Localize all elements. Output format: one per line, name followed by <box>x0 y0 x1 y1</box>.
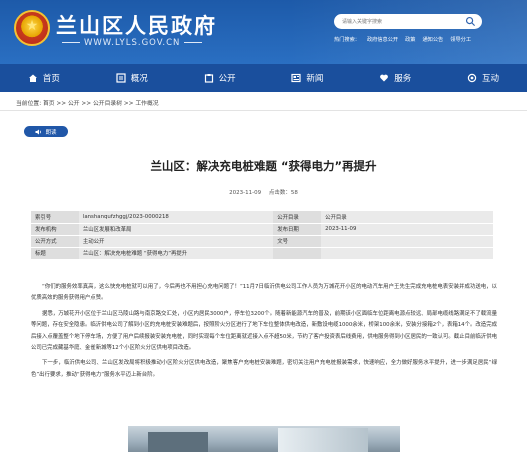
table-value: 兰山区发展和改革局 <box>78 223 274 236</box>
table-key: 索引号 <box>31 211 79 224</box>
nav-label: 互动 <box>482 74 500 84</box>
table-key: 公开方式 <box>31 235 79 248</box>
table-value: 主动公开 <box>78 235 274 248</box>
table-row: 发布机构 兰山区发展和改革局 发布日期 2023-11-09 <box>31 223 493 236</box>
article-paragraph: 下一步，临沂供电公司、兰山区发改局将积极推动小区阶火分区供电改造，聚焦客户充电桩… <box>31 360 497 378</box>
table-key: 公开目录 <box>273 211 322 224</box>
interact-icon <box>467 73 477 83</box>
nav-label: 服务 <box>394 74 412 84</box>
article-views: 点击数：58 <box>268 190 298 196</box>
nav-label: 首页 <box>42 74 60 84</box>
article-body: “你们的服务效率真高，这么快充电桩就可以用了，今后再也不用担心充电问题了！”11… <box>31 282 497 385</box>
read-aloud-button[interactable]: 朗读 <box>24 126 68 137</box>
table-value: 兰山区：解决充电桩难题 “获得电力”再提升 <box>78 247 274 260</box>
table-row: 公开方式 主动公开 文号 <box>31 235 493 248</box>
nav-item-overview[interactable]: 概况 <box>88 64 176 92</box>
article-photo <box>128 426 400 452</box>
open-icon <box>204 74 213 83</box>
article-title: 兰山区：解决充电桩难题 “获得电力”再提升 <box>150 159 377 173</box>
table-key: 发布机构 <box>31 223 79 236</box>
home-icon <box>28 74 37 82</box>
table-key: 标题 <box>31 247 79 260</box>
main-nav: 首页 概况 公开 新闻 服务 互动 <box>0 64 527 92</box>
table-value <box>321 247 493 260</box>
search-box <box>334 14 482 29</box>
hot-link-policy[interactable]: 政策 <box>405 36 415 43</box>
table-key <box>273 247 322 260</box>
info-table: 索引号 lanshanqufzhggj/2023-0000218 公开目录 公开… <box>31 211 493 260</box>
national-emblem-icon <box>14 10 50 46</box>
article-paragraph: “你们的服务效率真高，这么快充电桩就可以用了，今后再也不用担心充电问题了！”11… <box>31 284 497 302</box>
breadcrumb[interactable]: 当前位置: 首页 >> 公开 >> 公开目录树 >> 工作概况 <box>16 98 159 107</box>
overview-icon <box>116 73 126 83</box>
table-row: 标题 兰山区：解决充电桩难题 “获得电力”再提升 <box>31 247 493 260</box>
speaker-icon <box>35 129 42 134</box>
table-value: lanshanqufzhggj/2023-0000218 <box>78 211 274 224</box>
table-value: 2023-11-09 <box>321 223 493 236</box>
nav-label: 概况 <box>130 74 148 84</box>
read-aloud-label: 朗读 <box>45 129 57 136</box>
service-icon <box>380 74 389 82</box>
news-icon <box>291 73 301 83</box>
site-title[interactable]: 兰山区人民政府 <box>56 10 217 40</box>
table-key: 文号 <box>273 235 322 248</box>
table-value <box>321 235 493 248</box>
search-input[interactable] <box>342 17 457 26</box>
article-date: 2023-11-09 <box>229 190 262 196</box>
table-value: 公开目录 <box>321 211 493 224</box>
search-icon[interactable] <box>465 16 476 27</box>
nav-item-service[interactable]: 服务 <box>351 64 439 92</box>
table-key: 发布日期 <box>273 223 322 236</box>
nav-item-interact[interactable]: 互动 <box>439 64 527 92</box>
hot-link-notice[interactable]: 通知公告 <box>422 36 443 43</box>
nav-label: 公开 <box>218 74 236 84</box>
nav-item-news[interactable]: 新闻 <box>263 64 351 92</box>
hot-link-leaders[interactable]: 领导分工 <box>450 36 471 43</box>
article-meta: 2023-11-09 点击数：58 <box>0 188 527 196</box>
divider <box>0 110 527 111</box>
nav-item-home[interactable]: 首页 <box>0 64 88 92</box>
hot-search-label: 热门搜索： <box>334 37 360 43</box>
hot-link-gov-info[interactable]: 政府信息公开 <box>367 36 398 43</box>
site-url: WWW.LYLS.GOV.CN <box>58 38 206 48</box>
nav-label: 新闻 <box>306 74 324 84</box>
hot-search-links: 热门搜索： 政府信息公开 政策 通知公告 领导分工 <box>334 36 471 43</box>
article-paragraph: 据悉，万城花开小区位于兰山区马陵山路与南京路交汇处，小区内居民3000户，停车位… <box>31 310 497 352</box>
site-header: 兰山区人民政府 WWW.LYLS.GOV.CN 热门搜索： 政府信息公开 政策 … <box>0 0 527 64</box>
nav-item-open[interactable]: 公开 <box>176 64 264 92</box>
table-row: 索引号 lanshanqufzhggj/2023-0000218 公开目录 公开… <box>31 211 493 224</box>
